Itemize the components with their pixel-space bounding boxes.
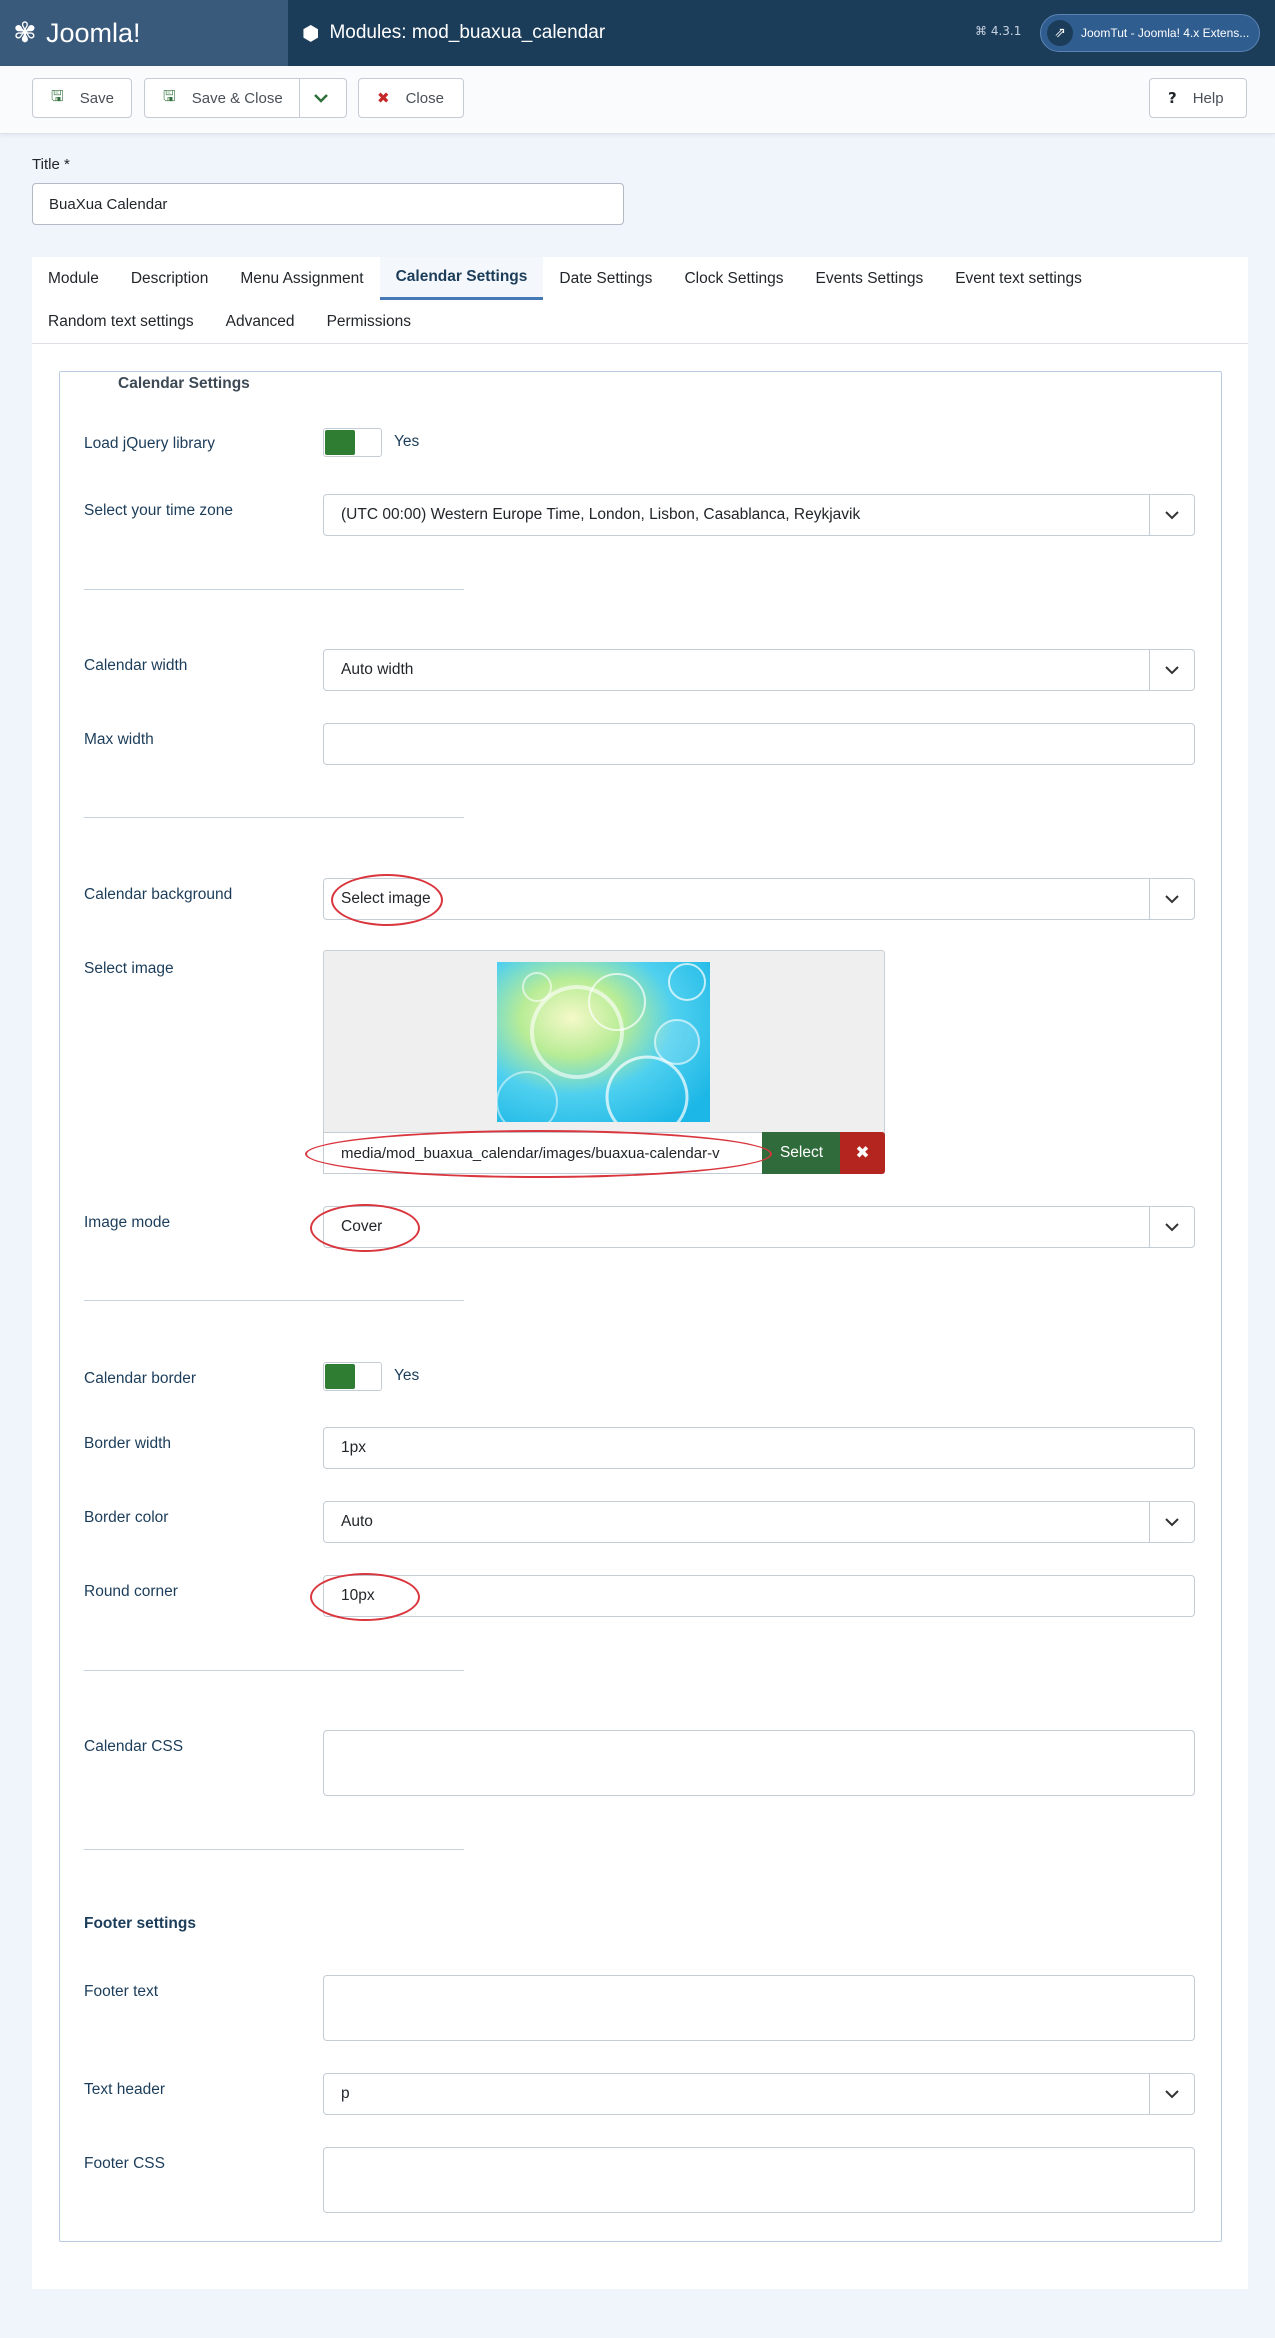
tabs-row-2: Random text settings Advanced Permission… bbox=[32, 300, 427, 343]
calendar-css-textarea[interactable] bbox=[323, 1730, 1195, 1796]
calendar-background-value: Select image bbox=[341, 890, 431, 907]
fieldset-legend: Calendar Settings bbox=[102, 375, 266, 393]
divider bbox=[84, 817, 464, 818]
time-zone-select[interactable]: (UTC 00:00) Western Europe Time, London,… bbox=[323, 494, 1195, 536]
calendar-background-label: Calendar background bbox=[84, 886, 233, 903]
image-preview bbox=[497, 962, 710, 1122]
border-width-label: Border width bbox=[84, 1435, 172, 1452]
toggle-on-indicator bbox=[325, 430, 355, 455]
calendar-background-select[interactable]: Select image bbox=[323, 878, 1195, 920]
footer-css-textarea[interactable] bbox=[323, 2147, 1195, 2213]
image-mode-value: Cover bbox=[341, 1218, 383, 1235]
calendar-border-value: Yes bbox=[394, 1367, 420, 1384]
calendar-width-value: Auto width bbox=[341, 661, 414, 678]
round-corner-label: Round corner bbox=[84, 1583, 178, 1600]
save-label: Save bbox=[79, 89, 114, 107]
footer-settings-heading: Footer settings bbox=[84, 1915, 196, 1932]
tabs-row-1: Module Description Menu Assignment Calen… bbox=[32, 257, 1098, 300]
border-width-input[interactable]: 1px bbox=[323, 1427, 1195, 1469]
text-header-value: p bbox=[341, 2085, 350, 2102]
border-color-value: Auto bbox=[341, 1513, 373, 1530]
tab-events-settings[interactable]: Events Settings bbox=[800, 257, 940, 300]
tab-random-text-settings[interactable]: Random text settings bbox=[32, 300, 210, 343]
image-mode-select[interactable]: Cover bbox=[323, 1206, 1195, 1248]
close-label: Close bbox=[405, 89, 444, 107]
divider bbox=[84, 589, 464, 590]
save-button[interactable]: 🖫 Save bbox=[32, 78, 132, 118]
help-label: Help bbox=[1192, 89, 1224, 107]
joomla-brand: Joomla! bbox=[46, 17, 141, 48]
module-cube-icon: ⬢ bbox=[302, 21, 320, 45]
site-link-button[interactable]: ⇗ JoomTut - Joomla! 4.x Extens... bbox=[1040, 14, 1260, 52]
border-color-select[interactable]: Auto bbox=[323, 1501, 1195, 1543]
title-input[interactable]: BuaXua Calendar bbox=[32, 183, 624, 225]
tabs-divider bbox=[32, 343, 1248, 344]
tab-description[interactable]: Description bbox=[115, 257, 225, 300]
version-label: ⌘ 4.3.1 bbox=[975, 24, 1022, 38]
divider bbox=[84, 1670, 464, 1671]
text-header-label: Text header bbox=[84, 2081, 165, 2098]
split-divider bbox=[299, 79, 300, 117]
calendar-css-label: Calendar CSS bbox=[84, 1738, 184, 1755]
joomla-logo[interactable]: ✾ Joomla! bbox=[0, 0, 288, 66]
chevron-down-icon bbox=[1149, 879, 1194, 919]
top-header: ✾ Joomla! ⬢ Modules: mod_buaxua_calendar… bbox=[0, 0, 1275, 66]
title-label: Title * bbox=[32, 156, 70, 173]
footer-text-label: Footer text bbox=[84, 1983, 159, 2000]
calendar-width-select[interactable]: Auto width bbox=[323, 649, 1195, 691]
tab-calendar-settings[interactable]: Calendar Settings bbox=[379, 257, 544, 300]
image-mode-label: Image mode bbox=[84, 1214, 171, 1231]
tab-module[interactable]: Module bbox=[32, 257, 115, 300]
image-select-button[interactable]: Select bbox=[762, 1132, 841, 1174]
select-image-label: Select image bbox=[84, 960, 174, 977]
load-jquery-label: Load jQuery library bbox=[84, 435, 215, 452]
image-path-input[interactable]: media/mod_buaxua_calendar/images/buaxua-… bbox=[323, 1132, 763, 1174]
external-link-icon: ⇗ bbox=[1047, 20, 1073, 46]
close-button[interactable]: ✖ Close bbox=[358, 78, 464, 118]
chevron-down-icon bbox=[1149, 650, 1194, 690]
tab-menu-assignment[interactable]: Menu Assignment bbox=[224, 257, 379, 300]
save-close-button[interactable]: 🖫 Save & Close bbox=[144, 78, 347, 118]
page-title: ⬢ Modules: mod_buaxua_calendar bbox=[302, 0, 605, 66]
load-jquery-toggle[interactable] bbox=[323, 428, 382, 457]
divider bbox=[84, 1300, 464, 1301]
border-color-label: Border color bbox=[84, 1509, 169, 1526]
joomla-logo-icon: ✾ bbox=[13, 16, 37, 49]
site-link-label: JoomTut - Joomla! 4.x Extens... bbox=[1081, 26, 1250, 40]
help-button[interactable]: ? Help bbox=[1149, 78, 1247, 118]
chevron-down-icon[interactable] bbox=[313, 91, 329, 108]
close-icon: ✖ bbox=[377, 89, 390, 107]
close-icon: ✖ bbox=[855, 1143, 870, 1163]
load-jquery-value: Yes bbox=[394, 433, 420, 450]
chevron-down-icon bbox=[1149, 2074, 1194, 2114]
max-width-label: Max width bbox=[84, 731, 154, 748]
tab-date-settings[interactable]: Date Settings bbox=[543, 257, 668, 300]
page-title-text: Modules: mod_buaxua_calendar bbox=[329, 22, 606, 43]
tab-advanced[interactable]: Advanced bbox=[210, 300, 311, 343]
save-close-label: Save & Close bbox=[191, 89, 283, 107]
tab-event-text-settings[interactable]: Event text settings bbox=[939, 257, 1098, 300]
chevron-down-icon bbox=[1149, 1502, 1194, 1542]
chevron-down-icon bbox=[1149, 495, 1194, 535]
footer-css-label: Footer CSS bbox=[84, 2155, 165, 2172]
text-header-select[interactable]: p bbox=[323, 2073, 1195, 2115]
save-icon: 🖫 bbox=[51, 86, 64, 105]
round-corner-input[interactable]: 10px bbox=[323, 1575, 1195, 1617]
max-width-input[interactable] bbox=[323, 723, 1195, 765]
image-clear-button[interactable]: ✖ bbox=[840, 1132, 885, 1174]
toggle-on-indicator bbox=[325, 1364, 355, 1389]
tab-clock-settings[interactable]: Clock Settings bbox=[668, 257, 799, 300]
toolbar: 🖫 Save 🖫 Save & Close ✖ Close ? Help bbox=[0, 66, 1275, 134]
time-zone-label: Select your time zone bbox=[84, 502, 234, 519]
calendar-border-toggle[interactable] bbox=[323, 1362, 382, 1391]
help-icon: ? bbox=[1168, 89, 1177, 107]
calendar-width-label: Calendar width bbox=[84, 657, 188, 674]
footer-text-textarea[interactable] bbox=[323, 1975, 1195, 2041]
save-icon: 🖫 bbox=[163, 86, 176, 105]
divider bbox=[84, 1849, 464, 1850]
time-zone-value: (UTC 00:00) Western Europe Time, London,… bbox=[341, 506, 861, 523]
chevron-down-icon bbox=[1149, 1207, 1194, 1247]
tab-permissions[interactable]: Permissions bbox=[311, 300, 427, 343]
calendar-border-label: Calendar border bbox=[84, 1370, 197, 1387]
